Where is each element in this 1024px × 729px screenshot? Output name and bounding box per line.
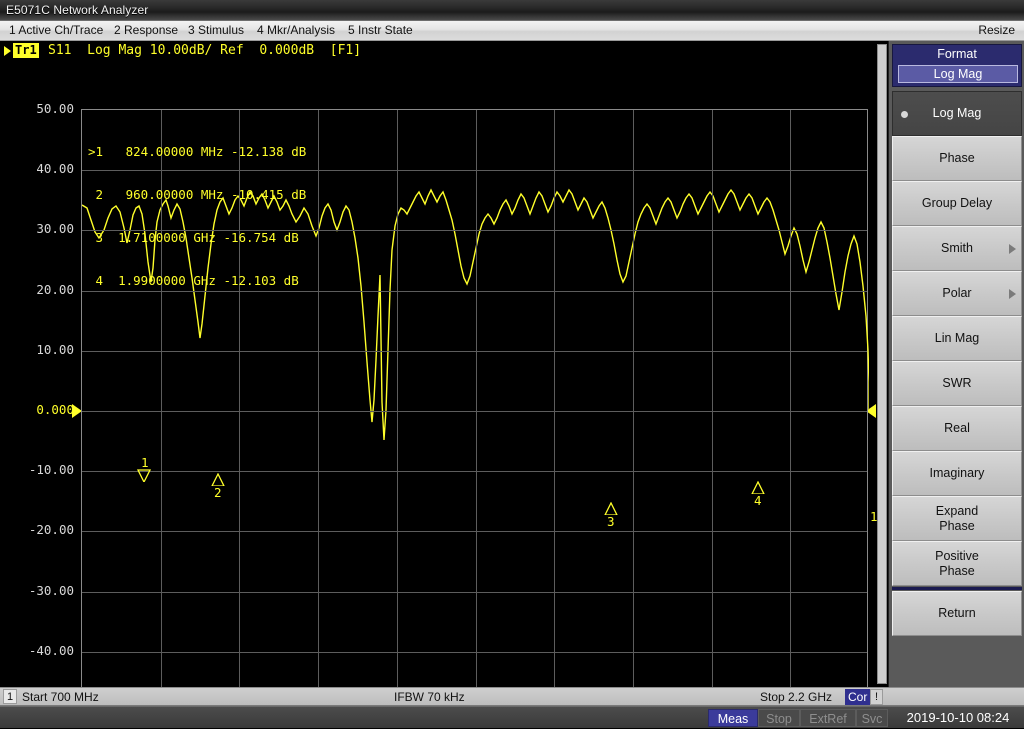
softkey-label: Phase bbox=[939, 518, 975, 533]
resize-button[interactable]: Resize bbox=[975, 23, 1018, 37]
y-axis-label-3: 20.00 bbox=[36, 281, 74, 297]
y-axis-label-9: -40.00 bbox=[28, 642, 74, 658]
meas-status-badge[interactable]: Meas bbox=[708, 709, 758, 727]
marker-1-label: 1 bbox=[141, 455, 149, 470]
chevron-right-icon bbox=[1009, 243, 1016, 254]
softkey-label: Phase bbox=[939, 563, 975, 578]
trace-format-text: S11 Log Mag 10.00dB/ Ref 0.000dB [F1] bbox=[48, 43, 362, 58]
marker-1-triangle-icon[interactable] bbox=[137, 469, 151, 482]
softkey-label: Polar bbox=[942, 286, 972, 300]
marker-2-label: 2 bbox=[214, 485, 222, 500]
softkey-polar[interactable]: Polar bbox=[892, 271, 1022, 316]
softkey-header: Format Log Mag bbox=[892, 44, 1022, 87]
grid-vline bbox=[790, 110, 791, 710]
menu-item-mkr-analysis[interactable]: 4 Mkr/Analysis bbox=[254, 23, 338, 37]
menu-item-instr-state[interactable]: 5 Instr State bbox=[345, 23, 416, 37]
y-axis-label-1: 40.00 bbox=[36, 161, 74, 177]
softkey-label: Imaginary bbox=[929, 466, 985, 480]
softkey-return[interactable]: Return bbox=[892, 591, 1022, 636]
menu-item-response[interactable]: 2 Response bbox=[111, 23, 181, 37]
grid-hline bbox=[82, 471, 867, 472]
softkey-label: Smith bbox=[941, 241, 973, 255]
ifbw-value[interactable]: IFBW 70 kHz bbox=[394, 690, 465, 704]
start-frequency[interactable]: Start 700 MHz bbox=[22, 690, 99, 704]
menu-item-stimulus[interactable]: 3 Stimulus bbox=[185, 23, 247, 37]
softkey-imaginary[interactable]: Imaginary bbox=[892, 451, 1022, 496]
y-axis-label-0: 50.00 bbox=[36, 101, 74, 116]
instrument-display: Tr1 S11 Log Mag 10.00dB/ Ref 0.000dB [F1… bbox=[0, 41, 888, 728]
softkey-header-title: Format bbox=[937, 47, 977, 61]
softkey-separator bbox=[892, 587, 1022, 590]
softkey-smith[interactable]: Smith bbox=[892, 226, 1022, 271]
task-bar: Meas Stop ExtRef Svc 2019-10-10 08:24 bbox=[0, 706, 1024, 728]
softkey-swr[interactable]: SWR bbox=[892, 361, 1022, 406]
window-title-bar: E5071C Network Analyzer bbox=[0, 0, 1024, 21]
grid-vline bbox=[397, 110, 398, 710]
trace-status-line[interactable]: Tr1 S11 Log Mag 10.00dB/ Ref 0.000dB [F1… bbox=[0, 41, 888, 60]
svc-status-badge[interactable]: Svc bbox=[856, 709, 888, 727]
softkey-label: Real bbox=[944, 421, 970, 435]
grid-vline bbox=[476, 110, 477, 710]
softkey-label: SWR bbox=[942, 376, 972, 390]
stop-frequency[interactable]: Stop 2.2 GHz bbox=[760, 690, 832, 704]
grid-hline bbox=[82, 351, 867, 352]
correction-badge: Cor bbox=[845, 689, 871, 705]
y-axis-label-2: 30.00 bbox=[36, 221, 74, 237]
softkey-group-delay[interactable]: Group Delay bbox=[892, 181, 1022, 226]
grid-vline bbox=[712, 110, 713, 710]
grid-hline bbox=[82, 411, 867, 412]
grid-vline bbox=[633, 110, 634, 710]
softkey-panel: Format Log Mag Log Mag Phase Group Delay Sm… bbox=[888, 41, 1024, 687]
softkey-label: Phase bbox=[939, 151, 975, 165]
menu-bar: 1 Active Ch/Trace 2 Response 3 Stimulus … bbox=[0, 21, 1024, 41]
status-bar: 1 Start 700 MHz IFBW 70 kHz Stop 2.2 GHz… bbox=[0, 687, 1024, 706]
active-trace-arrow-icon bbox=[4, 46, 11, 56]
y-axis-label-8: -30.00 bbox=[28, 582, 74, 598]
softkey-lin-mag[interactable]: Lin Mag bbox=[892, 316, 1022, 361]
stop-status-badge[interactable]: Stop bbox=[758, 709, 800, 727]
softkey-label: Group Delay bbox=[921, 196, 993, 210]
softkey-label: Log Mag bbox=[932, 106, 982, 120]
trace-label[interactable]: Tr1 bbox=[13, 43, 39, 58]
marker-3-label: 3 bbox=[607, 514, 615, 529]
grid-vline bbox=[554, 110, 555, 710]
softkey-label: Positive bbox=[935, 548, 979, 563]
y-axis-label-4: 10.00 bbox=[36, 341, 74, 357]
y-axis-label-5: 0.000 bbox=[36, 402, 74, 417]
marker-table-row-1: >1 824.00000 MHz -12.138 dB bbox=[88, 143, 307, 159]
y-axis-label-7: -20.00 bbox=[28, 522, 74, 538]
softkey-label: Expand bbox=[935, 503, 979, 518]
softkey-log-mag[interactable]: Log Mag bbox=[892, 91, 1022, 136]
softkey-label: Return bbox=[938, 606, 976, 620]
marker-table-row-3: 3 1.7100000 GHz -16.754 dB bbox=[88, 230, 299, 246]
softkey-expand-phase[interactable]: Expand Phase bbox=[892, 496, 1022, 541]
marker-4-label: 4 bbox=[754, 493, 762, 508]
grid-hline bbox=[82, 531, 867, 532]
softkey-scrollbar[interactable] bbox=[877, 44, 887, 684]
window-title: E5071C Network Analyzer bbox=[6, 3, 149, 17]
y-axis-label-6: -10.00 bbox=[28, 462, 74, 478]
marker-table: >1 824.00000 MHz -12.138 dB 2 960.00000 … bbox=[82, 113, 312, 322]
chevron-right-icon bbox=[1009, 288, 1016, 299]
softkey-real[interactable]: Real bbox=[892, 406, 1022, 451]
marker-table-row-2: 2 960.00000 MHz -10.415 dB bbox=[88, 187, 307, 203]
grid-hline bbox=[82, 592, 867, 593]
channel-number: 1 bbox=[3, 689, 17, 704]
grid-hline bbox=[82, 652, 867, 653]
softkey-header-value: Log Mag bbox=[898, 65, 1018, 83]
selected-radio-icon bbox=[901, 110, 908, 118]
clock: 2019-10-10 08:24 bbox=[906, 710, 1010, 725]
alert-badge: ! bbox=[870, 689, 883, 705]
extref-status-badge[interactable]: ExtRef bbox=[800, 709, 856, 727]
grid-vline bbox=[318, 110, 319, 710]
menu-item-active-ch-trace[interactable]: 1 Active Ch/Trace bbox=[6, 23, 106, 37]
softkey-label: Lin Mag bbox=[934, 331, 980, 345]
marker-table-row-4: 4 1.9900000 GHz -12.103 dB bbox=[88, 273, 299, 289]
softkey-phase[interactable]: Phase bbox=[892, 136, 1022, 181]
y-axis-labels: 50.00 40.00 30.00 20.00 10.00 0.000 -10.00 -20.… bbox=[0, 60, 74, 718]
softkey-positive-phase[interactable]: Positive Phase bbox=[892, 541, 1022, 586]
